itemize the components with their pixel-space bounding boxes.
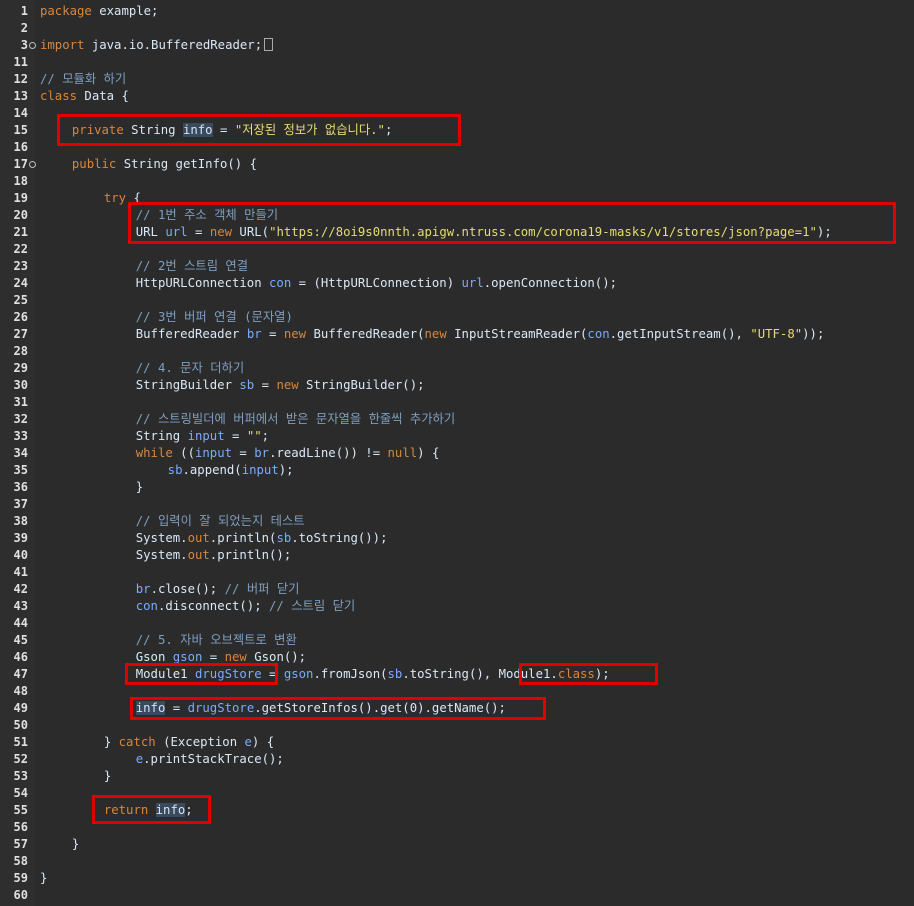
line-number: 50 (13, 718, 28, 732)
code-line-package[interactable]: package example; (40, 3, 158, 20)
code-line-method[interactable]: public String getInfo() { (72, 156, 257, 173)
code-line-import[interactable]: import java.io.BufferedReader; (40, 37, 274, 54)
line-number: 56 (13, 820, 28, 834)
line-number: 27 (13, 327, 28, 341)
highlight-box (125, 663, 278, 685)
line-number: 28 (13, 344, 28, 358)
code-line-print1[interactable]: System.out.println(sb.toString()); (136, 530, 388, 547)
line-number: 33 (13, 429, 28, 443)
line-number: 14 (13, 106, 28, 120)
highlight-box (92, 795, 211, 824)
line-number: 22 (13, 242, 28, 256)
line-number: 17 (13, 157, 28, 171)
code-line-c4[interactable]: // 4. 문자 더하기 (136, 360, 244, 377)
fold-toggle-icon[interactable] (29, 161, 36, 168)
line-number: 48 (13, 684, 28, 698)
line-number: 15 (13, 123, 28, 137)
line-number: 35 (13, 463, 28, 477)
code-line-append-line[interactable]: sb.append(input); (168, 462, 294, 479)
line-number: 25 (13, 293, 28, 307)
code-line-c7[interactable]: // 5. 자바 오브젝트로 변환 (136, 632, 297, 649)
line-number-gutter: 1 2 3 11 12 13 14 15 16 17 18 19 20 21 22 23 24 25 26 27 28 2… (0, 0, 36, 906)
line-number: 40 (13, 548, 28, 562)
line-number: 37 (13, 497, 28, 511)
line-number: 38 (13, 514, 28, 528)
code-line-close-brace[interactable]: } (40, 870, 47, 887)
line-number: 29 (13, 361, 28, 375)
collapsed-imports-icon[interactable] (264, 38, 274, 51)
line-number: 58 (13, 854, 28, 868)
code-line-sb-line[interactable]: StringBuilder sb = new StringBuilder(); (136, 377, 425, 394)
code-line-while-line[interactable]: while ((input = br.readLine()) != null) … (136, 445, 440, 462)
line-number: 43 (13, 599, 28, 613)
line-number: 34 (13, 446, 28, 460)
line-number: 13 (13, 89, 28, 103)
line-number: 57 (13, 837, 28, 851)
code-line-c3[interactable]: // 3번 버퍼 연결 (문자열) (136, 309, 293, 326)
highlight-box (130, 697, 546, 720)
line-number: 11 (13, 55, 28, 69)
line-number: 42 (13, 582, 28, 596)
code-line-close1[interactable]: br.close(); // 버퍼 닫기 (136, 581, 300, 598)
line-number: 30 (13, 378, 28, 392)
line-number: 41 (13, 565, 28, 579)
code-line-c2[interactable]: // 2번 스트림 연결 (136, 258, 248, 275)
code-line-class-decl[interactable]: class Data { (40, 88, 129, 105)
line-number: 31 (13, 395, 28, 409)
line-number: 36 (13, 480, 28, 494)
line-number: 24 (13, 276, 28, 290)
code-line-close-brace[interactable]: } (104, 768, 111, 785)
line-number: 3 (20, 38, 28, 52)
line-number: 51 (13, 735, 28, 749)
highlight-box (128, 202, 896, 244)
code-line-catch-line[interactable]: } catch (Exception e) { (104, 734, 274, 751)
code-line-close-brace[interactable]: } (136, 479, 143, 496)
fold-toggle-icon[interactable] (29, 42, 36, 49)
code-line-trace-line[interactable]: e.printStackTrace(); (136, 751, 284, 768)
line-number: 32 (13, 412, 28, 426)
code-line-print2[interactable]: System.out.println(); (136, 547, 291, 564)
code-line-c6[interactable]: // 입력이 잘 되었는지 테스트 (136, 513, 305, 530)
line-number: 19 (13, 191, 28, 205)
line-number: 2 (20, 21, 28, 35)
line-number: 26 (13, 310, 28, 324)
line-number: 45 (13, 633, 28, 647)
line-number: 12 (13, 72, 28, 86)
code-editor[interactable]: 1 2 3 11 12 13 14 15 16 17 18 19 20 21 22 23 24 25 26 27 28 2… (0, 0, 914, 906)
code-line-close2[interactable]: con.disconnect(); // 스트림 닫기 (136, 598, 355, 615)
line-number: 59 (13, 871, 28, 885)
line-number: 49 (13, 701, 28, 715)
code-line-input-line[interactable]: String input = ""; (136, 428, 269, 445)
line-number: 18 (13, 174, 28, 188)
code-line-close-brace[interactable]: } (72, 836, 79, 853)
code-line-c5[interactable]: // 스트링빌더에 버퍼에서 받은 문자열을 한줄씩 추가하기 (136, 411, 455, 428)
code-line-br-line[interactable]: BufferedReader br = new BufferedReader(n… (136, 326, 825, 343)
line-number: 60 (13, 888, 28, 902)
code-line-conn-line[interactable]: HttpURLConnection con = (HttpURLConnecti… (136, 275, 617, 292)
line-number: 53 (13, 769, 28, 783)
code-line-comment-module[interactable]: // 모듈화 하기 (40, 71, 126, 88)
line-number: 55 (13, 803, 28, 817)
line-number: 52 (13, 752, 28, 766)
line-number: 47 (13, 667, 28, 681)
line-number: 46 (13, 650, 28, 664)
line-number: 23 (13, 259, 28, 273)
line-number: 44 (13, 616, 28, 630)
line-number: 20 (13, 208, 28, 222)
highlight-box (519, 663, 658, 685)
line-number: 54 (13, 786, 28, 800)
line-number: 1 (20, 4, 28, 18)
line-number: 39 (13, 531, 28, 545)
line-number: 16 (13, 140, 28, 154)
line-number: 21 (13, 225, 28, 239)
highlight-box (57, 114, 461, 146)
